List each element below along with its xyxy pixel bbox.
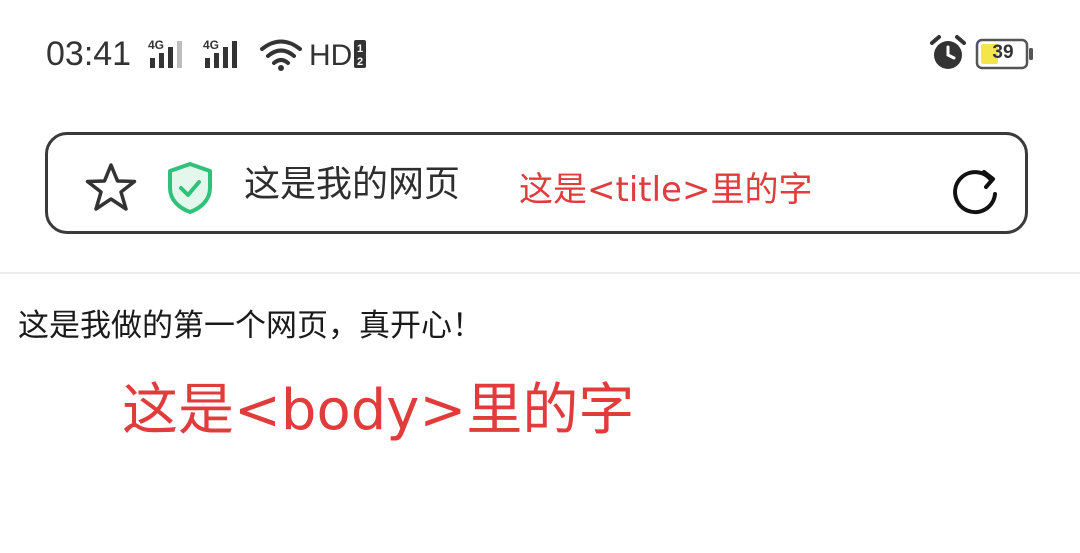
body-text: 这是我做的第一个网页，真开心！ (18, 308, 483, 344)
title-annotation: 这是<title>里的字 (519, 170, 813, 210)
status-time: 03:41 (46, 35, 132, 73)
svg-text:2: 2 (357, 56, 363, 68)
signal-4g-icon: 4G (203, 38, 237, 68)
page-title: 这是我的网页 (244, 164, 461, 205)
phone-screen: 03:41 4G 4G HD 1 2 39 这是我的网页 这是<title>里的… (0, 0, 1080, 553)
address-bar[interactable]: 这是我的网页 这是<title>里的字 (45, 132, 1028, 234)
alarm-icon (930, 35, 966, 69)
wifi-icon (260, 39, 302, 71)
shield-check-icon[interactable] (166, 161, 214, 215)
hd-icon: HD 1 2 (309, 39, 366, 72)
svg-text:4G: 4G (148, 38, 164, 52)
svg-text:4G: 4G (203, 38, 219, 52)
body-annotation: 这是<body>里的字 (122, 378, 635, 443)
signal-4g-icon: 4G (148, 38, 182, 68)
battery-level: 39 (992, 42, 1014, 63)
svg-text:1: 1 (357, 43, 363, 55)
svg-text:HD: HD (309, 39, 352, 72)
star-icon[interactable] (84, 162, 138, 214)
refresh-icon[interactable] (948, 162, 1004, 218)
status-bar: 03:41 4G 4G HD 1 2 39 (0, 0, 1080, 108)
toolbar-divider (0, 272, 1080, 274)
